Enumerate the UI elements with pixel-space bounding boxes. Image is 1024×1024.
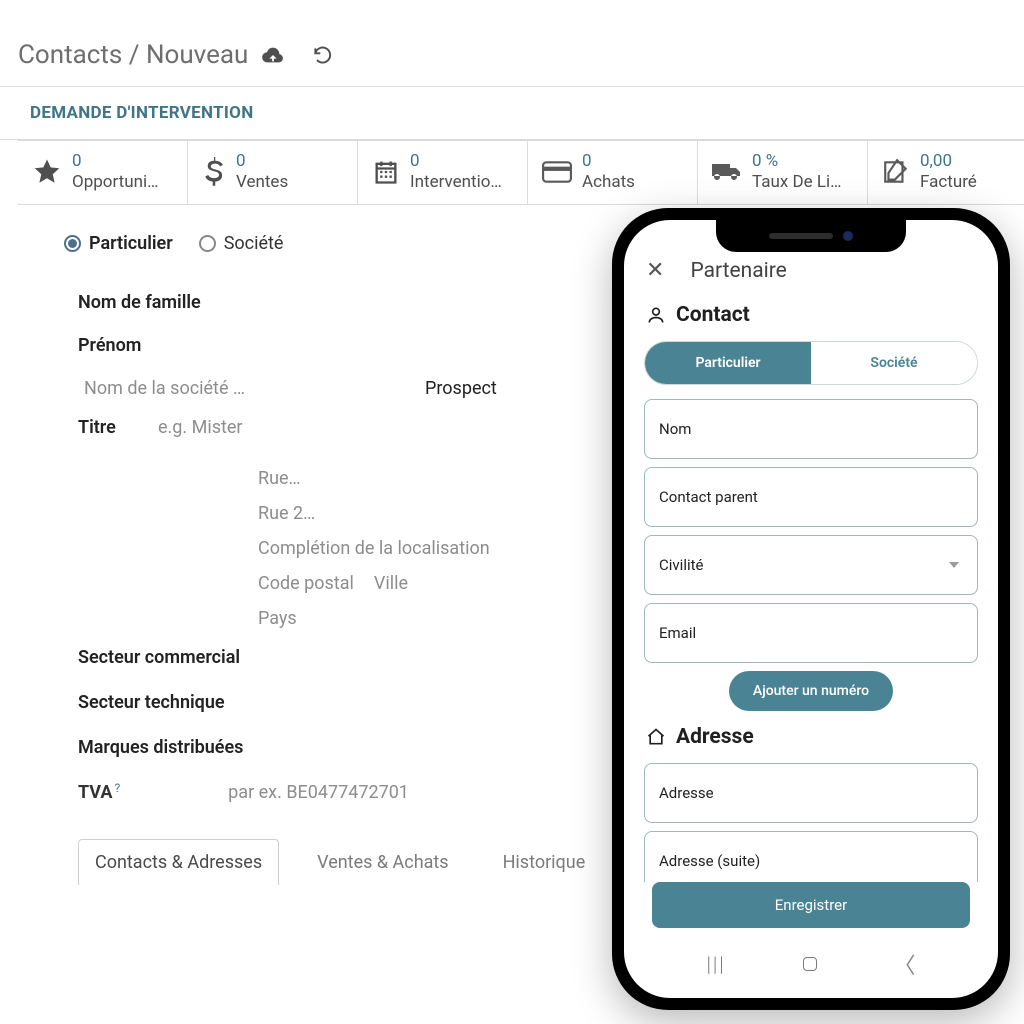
mobile-parent-input[interactable]: Contact parent bbox=[644, 467, 978, 527]
stat-label: Interventio… bbox=[410, 172, 502, 193]
title-input[interactable]: e.g. Mister bbox=[158, 417, 243, 438]
stat-value: 0,00 bbox=[920, 151, 977, 172]
stat-label: Facturé bbox=[920, 172, 977, 193]
breadcrumb-text[interactable]: Contacts / Nouveau bbox=[18, 40, 248, 70]
stat-label: Ventes bbox=[236, 172, 288, 193]
tab-contacts-addresses[interactable]: Contacts & Adresses bbox=[78, 839, 279, 885]
stat-purchases[interactable]: 0 Achats bbox=[528, 141, 698, 204]
dollar-icon bbox=[202, 157, 226, 187]
help-icon[interactable]: ? bbox=[115, 781, 121, 795]
city-input[interactable]: Ville bbox=[374, 573, 408, 594]
phone-navbar: ||| 〈 bbox=[638, 932, 984, 998]
tab-sales-purchases[interactable]: Ventes & Achats bbox=[301, 840, 464, 885]
mobile-save-button[interactable]: Enregistrer bbox=[652, 882, 970, 928]
stat-value: 0 bbox=[236, 151, 288, 172]
person-icon bbox=[646, 305, 666, 325]
company-input[interactable]: Nom de la société … bbox=[78, 378, 245, 399]
mobile-email-input[interactable]: Email bbox=[644, 603, 978, 663]
breadcrumb-module: Contacts bbox=[18, 40, 122, 70]
nav-back-icon[interactable]: 〈 bbox=[894, 948, 916, 980]
star-icon bbox=[32, 157, 62, 187]
mobile-address-input[interactable]: Adresse bbox=[644, 763, 978, 823]
calendar-icon bbox=[372, 158, 400, 186]
phone-mockup: ✕ Partenaire Contact Particulier Société… bbox=[612, 208, 1010, 1010]
section-header-intervention[interactable]: DEMANDE D'INTERVENTION bbox=[0, 86, 1024, 140]
stat-invoiced[interactable]: 0,00 Facturé bbox=[868, 141, 1008, 204]
stat-interventions[interactable]: 0 Interventio… bbox=[358, 141, 528, 204]
radio-label-particular: Particulier bbox=[89, 233, 173, 254]
stat-label: Opportuni… bbox=[72, 172, 159, 193]
seg-particular[interactable]: Particulier bbox=[645, 342, 811, 384]
credit-card-icon bbox=[542, 160, 572, 184]
tab-history[interactable]: Historique bbox=[487, 840, 602, 885]
truck-icon bbox=[712, 160, 742, 184]
label-vat: TVA bbox=[78, 782, 113, 803]
mobile-address-header: Adresse bbox=[676, 725, 754, 749]
radio-icon bbox=[64, 235, 81, 252]
breadcrumb-page: Nouveau bbox=[146, 40, 248, 70]
mobile-add-number-button[interactable]: Ajouter un numéro bbox=[729, 671, 893, 711]
stat-opportunities[interactable]: 0 Opportuni… bbox=[18, 141, 188, 204]
mobile-contact-header: Contact bbox=[676, 303, 750, 327]
segmented-control[interactable]: Particulier Société bbox=[644, 341, 978, 385]
radio-label-company: Société bbox=[224, 233, 284, 254]
label-prospect: Prospect bbox=[425, 378, 497, 399]
undo-icon[interactable] bbox=[312, 45, 332, 65]
mobile-title: Partenaire bbox=[690, 259, 786, 283]
vat-input[interactable]: par ex. BE0477472701 bbox=[228, 782, 409, 803]
stat-delivery-rate[interactable]: 0 % Taux De Li… bbox=[698, 141, 868, 204]
breadcrumb: Contacts / Nouveau bbox=[0, 0, 1024, 86]
mobile-name-input[interactable]: Nom bbox=[644, 399, 978, 459]
phone-notch bbox=[716, 220, 906, 252]
nav-home-icon[interactable] bbox=[803, 957, 817, 971]
stat-value: 0 bbox=[582, 151, 635, 172]
stat-label: Taux De Li… bbox=[752, 172, 842, 193]
stat-sales[interactable]: 0 Ventes bbox=[188, 141, 358, 204]
stat-value: 0 bbox=[410, 151, 502, 172]
seg-company[interactable]: Société bbox=[811, 342, 977, 384]
mobile-address2-input[interactable]: Adresse (suite) bbox=[644, 831, 978, 882]
zip-input[interactable]: Code postal bbox=[258, 573, 354, 594]
label-title: Titre bbox=[78, 417, 128, 438]
breadcrumb-sep: / bbox=[129, 40, 140, 70]
radio-particular[interactable]: Particulier bbox=[64, 233, 173, 254]
stat-label: Achats bbox=[582, 172, 635, 193]
stat-value: 0 bbox=[72, 151, 159, 172]
close-icon[interactable]: ✕ bbox=[646, 258, 664, 283]
edit-icon bbox=[882, 159, 910, 185]
mobile-civility-select[interactable]: Civilité bbox=[644, 535, 978, 595]
stat-bar: 0 Opportuni… 0 Ventes 0 Interventio… 0 A… bbox=[18, 140, 1024, 204]
nav-recent-icon[interactable]: ||| bbox=[706, 952, 725, 976]
cloud-save-icon[interactable] bbox=[262, 46, 284, 64]
home-icon bbox=[646, 727, 666, 747]
radio-company[interactable]: Société bbox=[199, 233, 284, 254]
radio-icon bbox=[199, 235, 216, 252]
stat-value: 0 % bbox=[752, 151, 842, 172]
